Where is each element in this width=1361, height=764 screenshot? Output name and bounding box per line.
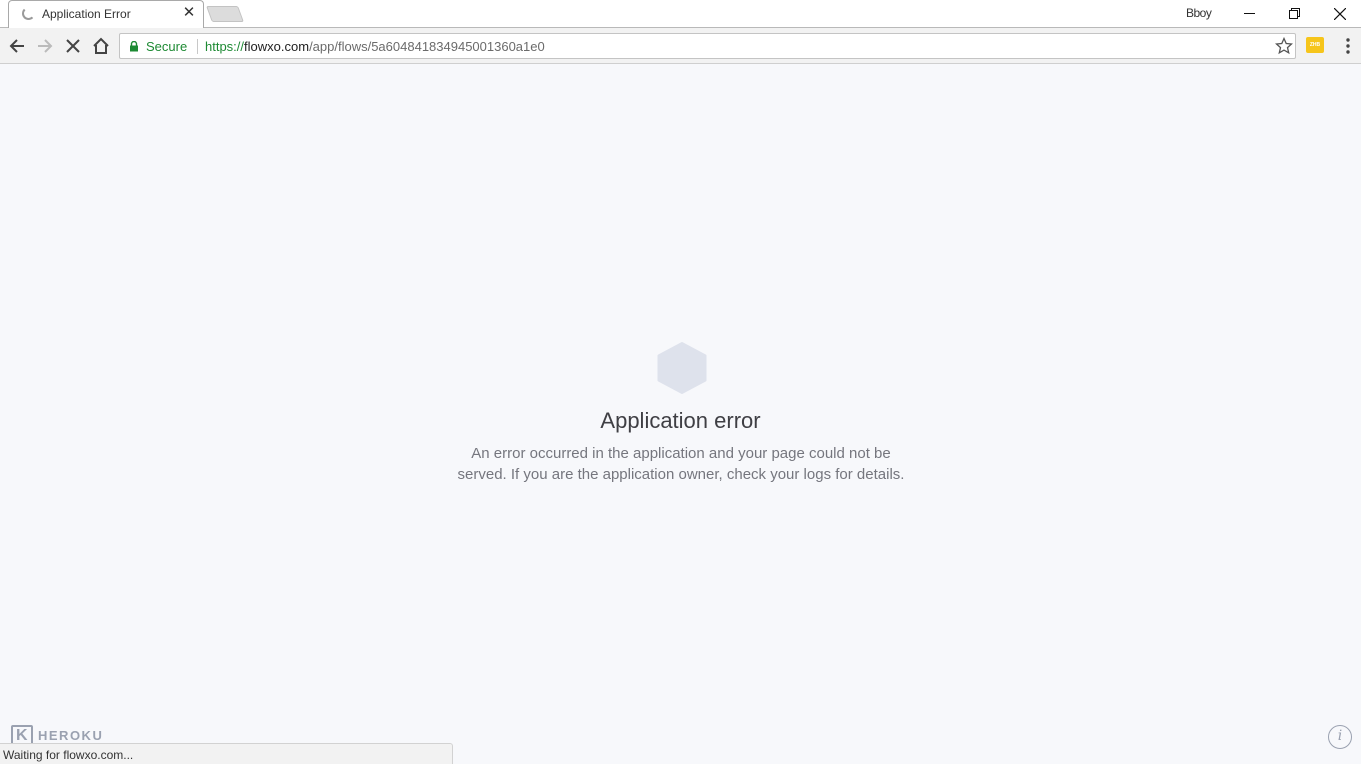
- address-bar[interactable]: Secure https://flowxo.com/app/flows/5a60…: [119, 33, 1296, 59]
- url-scheme: https://: [205, 39, 245, 54]
- stop-icon: [66, 39, 80, 53]
- page-content: Application error An error occurred in t…: [0, 65, 1361, 764]
- loading-spinner-icon: [22, 7, 35, 20]
- more-vertical-icon: [1346, 38, 1350, 54]
- restore-icon: [1288, 8, 1300, 19]
- chrome-menu-button[interactable]: [1338, 36, 1358, 56]
- status-bar: Waiting for flowxo.com...: [0, 743, 453, 764]
- home-button[interactable]: [88, 33, 114, 59]
- omnibox-divider: [197, 39, 198, 54]
- tab-content: Application Error ✕: [8, 0, 204, 28]
- url-path: /app/flows/5a604841834945001360a1e0: [309, 39, 545, 54]
- error-title: Application error: [600, 408, 761, 433]
- arrow-right-icon: [38, 39, 53, 53]
- arrow-left-icon: [9, 39, 24, 53]
- extension-icon[interactable]: ZHB: [1306, 37, 1324, 53]
- lock-icon: [130, 41, 138, 52]
- error-message: An error occurred in the application and…: [440, 443, 922, 485]
- info-icon[interactable]: i: [1328, 725, 1352, 749]
- security-label[interactable]: Secure: [146, 39, 187, 54]
- url-text[interactable]: https://flowxo.com/app/flows/5a604841834…: [205, 39, 545, 54]
- bookmark-star-icon[interactable]: [1275, 37, 1293, 55]
- tab-close-icon[interactable]: ✕: [181, 5, 197, 21]
- error-message-line-2: served. If you are the application owner…: [457, 466, 905, 483]
- minimize-icon: [1243, 13, 1255, 14]
- new-tab-button[interactable]: [206, 6, 244, 22]
- browser-toolbar: Secure https://flowxo.com/app/flows/5a60…: [0, 28, 1361, 64]
- minimize-button[interactable]: [1226, 0, 1272, 27]
- hexagon-icon: [657, 342, 707, 394]
- heroku-logo-text: HEROKU: [38, 728, 104, 743]
- home-icon: [93, 37, 109, 54]
- title-bar: Application Error ✕ Bboy: [0, 0, 1361, 29]
- tab-title: Application Error: [42, 7, 131, 21]
- back-button[interactable]: [4, 33, 30, 59]
- stop-loading-button[interactable]: [60, 33, 86, 59]
- forward-button[interactable]: [32, 33, 58, 59]
- close-window-button[interactable]: [1317, 0, 1361, 27]
- close-icon: [1334, 7, 1346, 20]
- restore-button[interactable]: [1271, 0, 1317, 27]
- profile-name[interactable]: Bboy: [1186, 6, 1212, 20]
- error-message-line-1: An error occurred in the application and…: [471, 445, 891, 462]
- url-host: flowxo.com: [244, 39, 310, 54]
